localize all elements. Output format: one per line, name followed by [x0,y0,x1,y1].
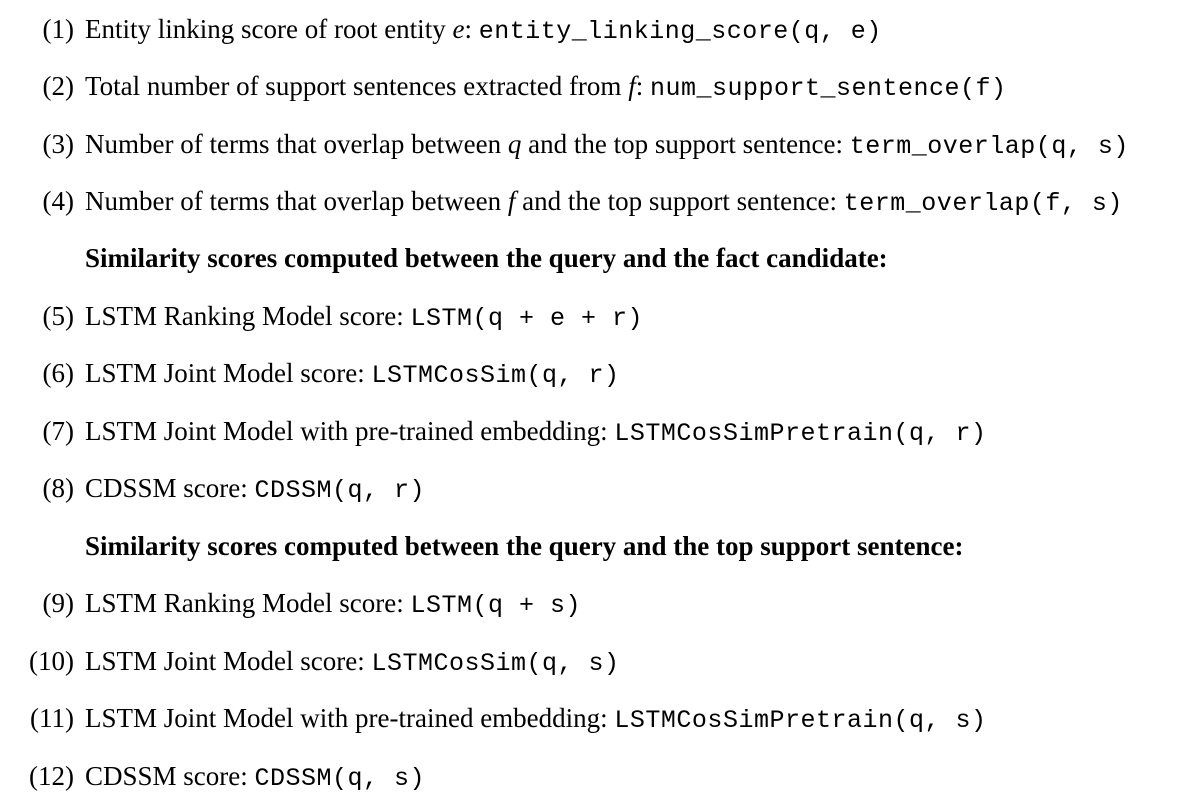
section-heading-text: Similarity scores computed between the q… [85,531,964,561]
item-number: (12) [29,761,74,791]
item-number: (7) [42,416,74,446]
item-content: Number of terms that overlap between q a… [85,124,1129,167]
item-text: CDSSM score: [85,761,255,791]
item-text: LSTM Joint Model score: [85,358,372,388]
item-number: (11) [30,703,74,733]
feature-item-8: (8) CDSSM score: CDSSM(q, r) [0,468,1200,508]
item-number: (8) [42,473,74,503]
item-code: LSTM(q + s) [410,591,581,620]
item-code: LSTM(q + e + r) [410,304,644,333]
item-text: CDSSM score: [85,473,255,503]
item-code: term_overlap(q, s) [849,132,1129,161]
item-number: (4) [42,186,74,216]
item-text: : [635,71,650,101]
section-heading-text: Similarity scores computed between the q… [85,243,888,273]
item-code: LSTMCosSimPretrain(q, r) [614,419,987,448]
item-content: CDSSM score: CDSSM(q, s) [85,756,425,799]
item-content: Number of terms that overlap between f a… [85,181,1123,224]
feature-item-10: (10) LSTM Joint Model score: LSTMCosSim(… [0,641,1200,681]
item-text: and the top support sentence: [521,129,850,159]
item-text: LSTM Ranking Model score: [85,588,411,618]
item-number: (5) [42,301,74,331]
item-text: Entity linking score of root entity [85,14,453,44]
item-number: (10) [29,646,74,676]
feature-item-6: (6) LSTM Joint Model score: LSTMCosSim(q… [0,353,1200,393]
item-code: CDSSM(q, r) [254,476,426,505]
item-code: LSTMCosSimPretrain(q, s) [614,706,987,735]
item-content: Total number of support sentences extrac… [85,66,1007,109]
item-code: LSTMCosSim(q, s) [371,649,620,678]
feature-item-11: (11) LSTM Joint Model with pre-trained e… [0,698,1200,738]
item-number: (1) [42,14,74,44]
feature-list: (1) Entity linking score of root entity … [0,0,1200,808]
feature-item-7: (7) LSTM Joint Model with pre-trained em… [0,411,1200,451]
item-content: Entity linking score of root entity e: e… [85,9,882,52]
item-text: Number of terms that overlap between [85,129,508,159]
item-code: term_overlap(f, s) [843,189,1123,218]
feature-item-5: (5) LSTM Ranking Model score: LSTM(q + e… [0,296,1200,336]
item-number: (3) [42,129,74,159]
feature-item-4: (4) Number of terms that overlap between… [0,181,1200,221]
item-variable: q [507,129,522,159]
item-text: Total number of support sentences extrac… [85,71,629,101]
section-heading-fact-candidate: Similarity scores computed between the q… [0,238,1200,278]
item-text: LSTM Ranking Model score: [85,301,411,331]
item-content: LSTM Joint Model score: LSTMCosSim(q, s) [85,641,620,684]
item-number: (6) [42,358,74,388]
item-text: : [464,14,479,44]
item-code: LSTMCosSim(q, r) [371,361,620,390]
item-text: and the top support sentence: [515,186,844,216]
item-code: CDSSM(q, s) [254,764,426,793]
item-number: (9) [42,588,74,618]
item-text: LSTM Joint Model with pre-trained embedd… [85,703,615,733]
item-content: LSTM Joint Model with pre-trained embedd… [85,698,986,741]
item-code: entity_linking_score(q, e) [478,17,882,46]
item-code: num_support_sentence(f) [649,74,1007,103]
item-text: LSTM Joint Model score: [85,646,372,676]
item-content: LSTM Joint Model score: LSTMCosSim(q, r) [85,353,620,396]
item-text: Number of terms that overlap between [85,186,508,216]
item-content: CDSSM score: CDSSM(q, r) [85,468,425,511]
item-content: LSTM Ranking Model score: LSTM(q + s) [85,583,581,626]
feature-item-2: (2) Total number of support sentences ex… [0,66,1200,106]
item-variable: f [628,71,636,101]
item-text: LSTM Joint Model with pre-trained embedd… [85,416,615,446]
feature-item-12: (12) CDSSM score: CDSSM(q, s) [0,756,1200,796]
feature-item-1: (1) Entity linking score of root entity … [0,9,1200,49]
section-heading-support-sentence: Similarity scores computed between the q… [0,526,1200,566]
item-content: LSTM Ranking Model score: LSTM(q + e + r… [85,296,643,339]
item-content: LSTM Joint Model with pre-trained embedd… [85,411,986,454]
item-number: (2) [42,71,74,101]
feature-item-9: (9) LSTM Ranking Model score: LSTM(q + s… [0,583,1200,623]
feature-item-3: (3) Number of terms that overlap between… [0,124,1200,164]
item-variable: e [452,14,465,44]
